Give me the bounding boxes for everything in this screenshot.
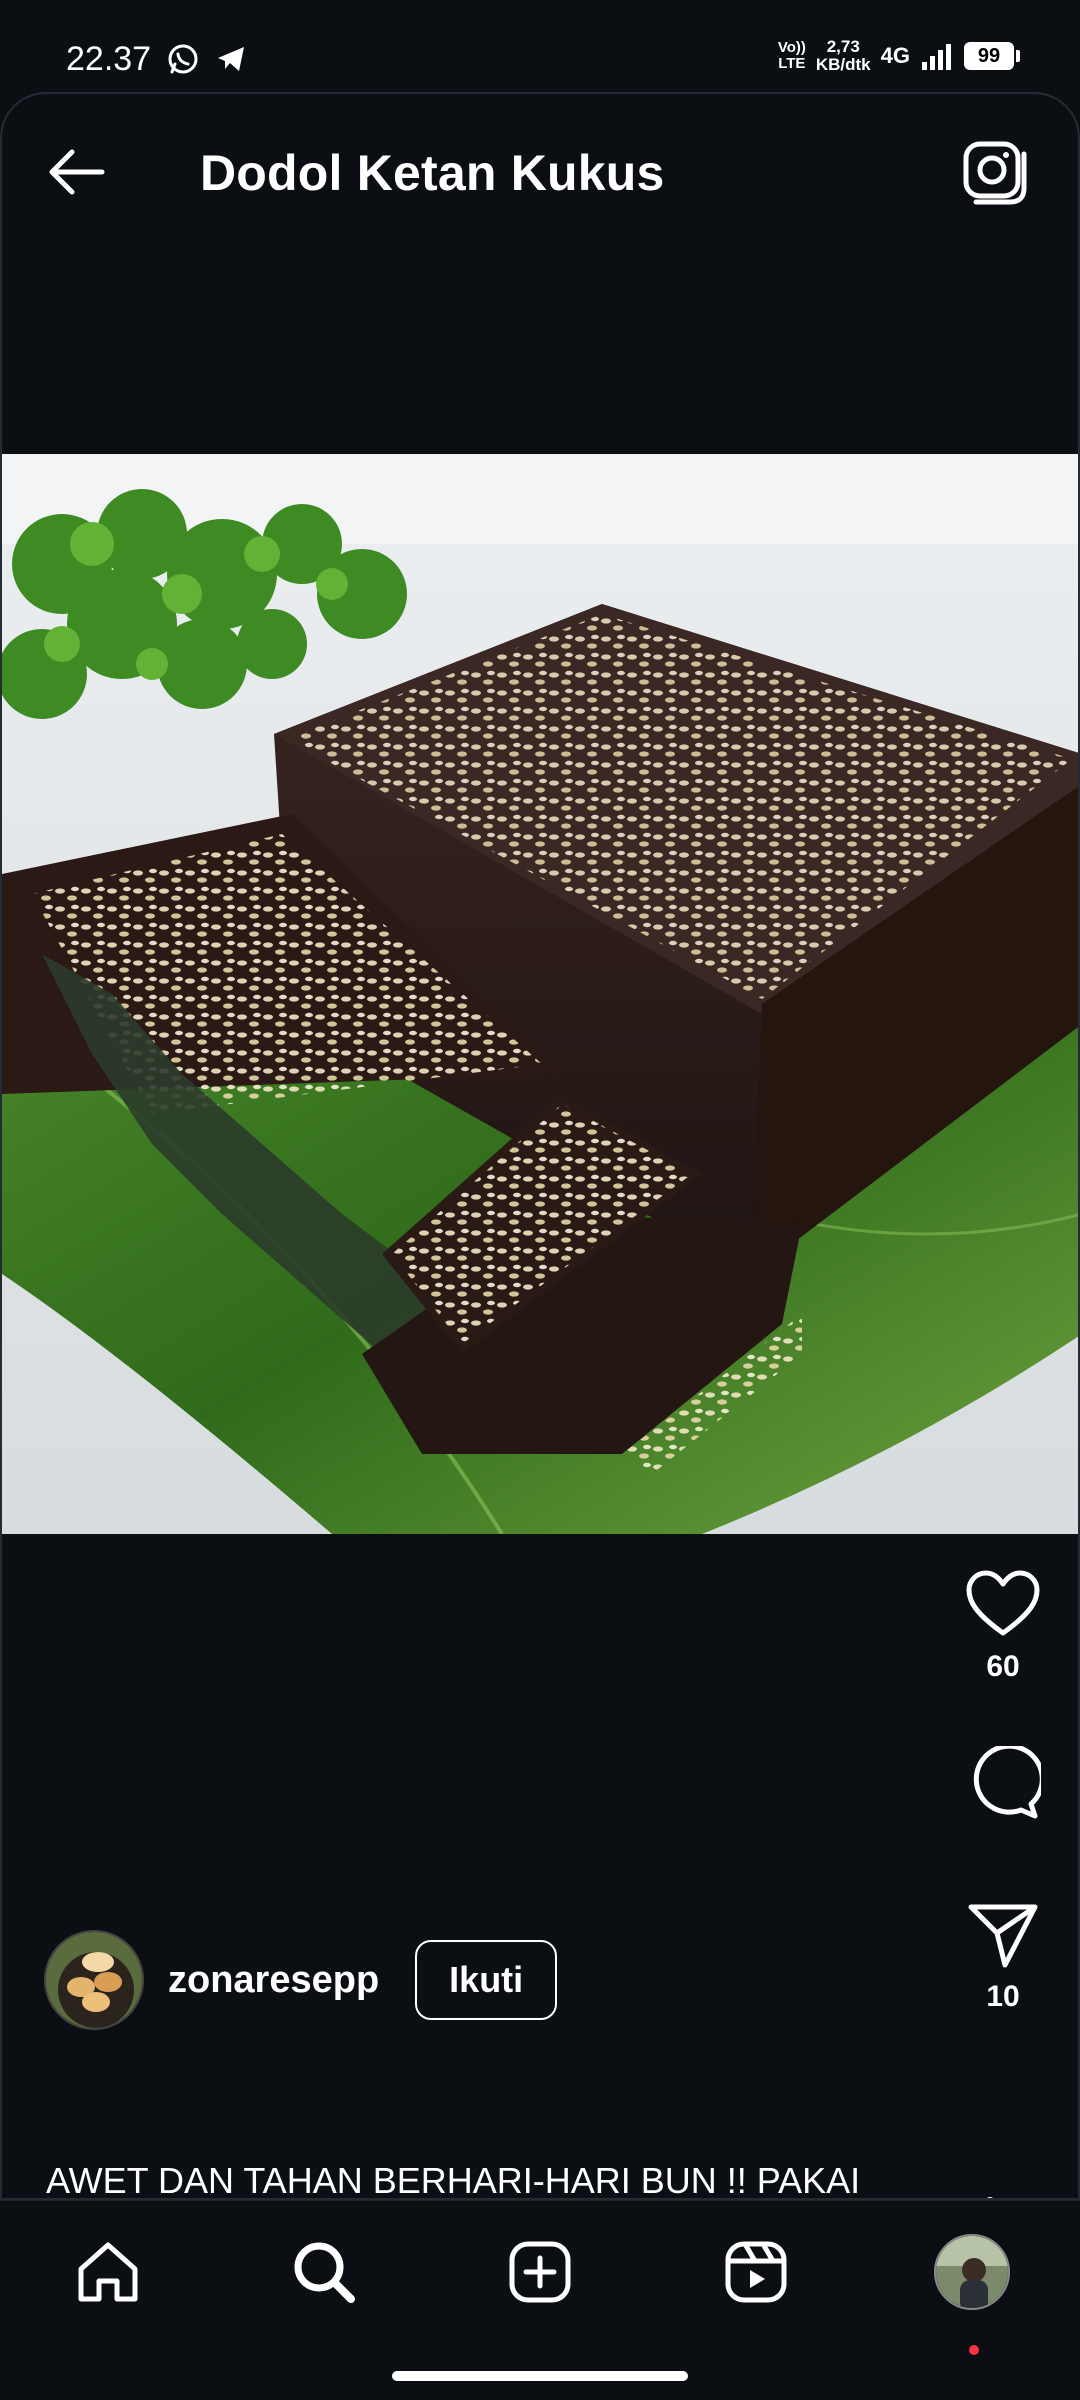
arrow-left-icon [49,149,105,195]
whatsapp-icon [168,44,198,74]
status-indicators: Vo)) LTE 2,73 KB/dtk 4G 99 [778,38,1020,74]
share-count: 10 [986,1980,1020,2013]
top-bar: Dodol Ketan Kukus [2,94,1078,254]
post-image[interactable] [2,454,1078,1534]
page-title: Dodol Ketan Kukus [200,145,665,201]
photo-dodol-ketan [2,454,1078,1534]
paper-plane-icon [968,1904,1038,1968]
comment-button[interactable] [958,1744,1048,1824]
back-button[interactable] [42,142,112,202]
speed-unit: KB/dtk [815,55,871,74]
avatar-image [46,1932,142,2028]
avatar[interactable] [44,1930,144,2030]
nav-profile[interactable] [927,2227,1017,2317]
more-options-button[interactable] [960,2180,1020,2198]
post-caption[interactable]: AWET DAN TAHAN BERHARI-HARI BUN !! PAKAI… [46,2156,926,2198]
network-speed: 2,73 KB/dtk [816,38,871,74]
author-row: zonaresepp Ikuti [44,1930,558,2030]
like-button[interactable] [958,1564,1048,1644]
home-icon [78,2242,138,2302]
nav-home[interactable] [63,2227,153,2317]
action-rail: 60 [958,1564,1048,1684]
status-time: 22.37 [66,40,152,78]
profile-avatar [934,2234,1010,2310]
battery-indicator: 99 [964,42,1020,70]
signal-icon [922,44,951,70]
like-count: 60 [986,1650,1020,1683]
home-indicator[interactable] [392,2371,688,2381]
reels-icon [725,2241,787,2303]
comment-icon [973,1746,1041,1819]
share-button[interactable] [958,1894,1048,1974]
nav-search[interactable] [279,2227,369,2317]
speed-value: 2,73 [826,37,860,56]
nav-create[interactable] [495,2227,585,2317]
heart-icon [966,1570,1040,1636]
volte-top: Vo)) [777,39,806,56]
create-icon [509,2241,571,2303]
camera-button[interactable] [960,138,1030,208]
bottom-nav [0,2200,1080,2400]
profile-avatar-image [936,2236,1008,2308]
search-icon [294,2242,355,2303]
battery-level: 99 [977,44,1001,67]
telegram-icon [218,47,244,71]
volte-indicator: Vo)) LTE [778,40,806,72]
follow-button[interactable]: Ikuti [415,1940,558,2020]
camera-icon [963,141,1027,205]
username[interactable]: zonaresepp [168,1959,379,2002]
network-type: 4G [880,43,910,68]
volte-bottom: LTE [778,55,806,72]
status-bar: 22.37 Vo)) LTE 2,73 KB/dtk 4G 99 [0,0,1080,92]
post-viewer: Dodol Ketan Kukus 60 10 zonaresepp Ikuti… [0,92,1080,2200]
notification-dot [969,2345,979,2355]
share-rail: 10 [958,1894,1048,2014]
nav-reels[interactable] [711,2227,801,2317]
comment-rail [958,1744,1048,1824]
notification-icons [166,42,248,76]
